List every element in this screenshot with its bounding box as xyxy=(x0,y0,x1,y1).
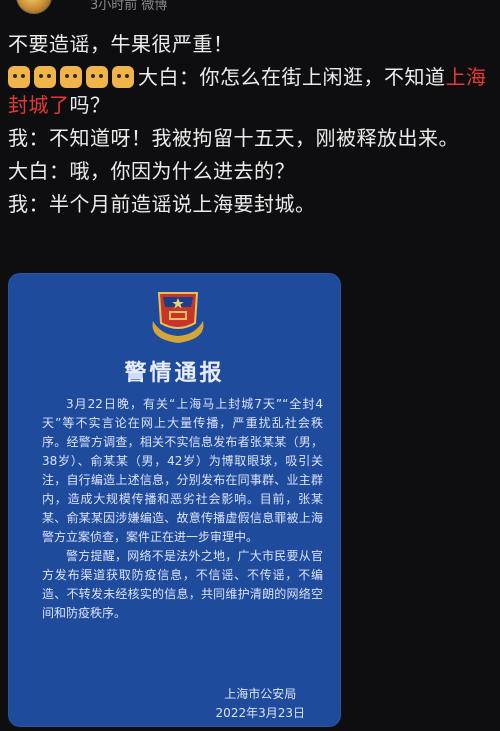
notice-signature: 上海市公安局 2022年3月23日 xyxy=(216,685,305,723)
dog-emoji-icon xyxy=(86,66,108,88)
notice-date: 2022年3月23日 xyxy=(215,706,305,720)
post-header: 3小时前 微博 xyxy=(0,0,500,14)
post-timestamp: 3小时前 微博 xyxy=(90,0,168,13)
avatar[interactable] xyxy=(16,0,52,14)
police-notice-image[interactable]: 警情通报 3月22日晚，有关“上海马上封城7天”“全封4天”等不实言论在网上大量… xyxy=(8,273,341,727)
notice-paragraph: 警方提醒，网络不是法外之地，广大市民要从官方发布渠道获取防疫信息，不信谣、不传谣… xyxy=(42,549,323,620)
post-line-1: 不要造谣，牛果很严重！ xyxy=(8,32,234,56)
post-line-4: 大白：哦，你因为什么进去的？ xyxy=(8,159,295,183)
notice-title: 警情通报 xyxy=(124,361,225,386)
dog-emoji-icon xyxy=(60,66,82,88)
dog-emoji-icon xyxy=(112,66,134,88)
dog-emoji-icon xyxy=(34,66,56,88)
police-emblem-icon xyxy=(152,292,204,343)
post-line-2-text: 大白：你怎么在街上闲逛，不知道 xyxy=(138,65,446,89)
post-line-3: 我：不知道呀！我被拘留十五天，刚被释放出来。 xyxy=(8,126,459,150)
notice-body: 3月22日晚，有关“上海马上封城7天”“全封4天”等不实言论在网上大量传播，严重… xyxy=(42,395,323,623)
post-line-2-end: 吗？ xyxy=(69,93,111,117)
notice-paragraph: 3月22日晚，有关“上海马上封城7天”“全封4天”等不实言论在网上大量传播，严重… xyxy=(42,397,323,544)
post-content: 不要造谣，牛果很严重！ 大白：你怎么在街上闲逛，不知道上海封城了吗？ 我：不知道… xyxy=(8,30,494,218)
dog-emoji-icon xyxy=(8,66,30,88)
post-line-5: 我：半个月前造谣说上海要封城。 xyxy=(8,192,316,216)
post-line-2: 大白：你怎么在街上闲逛，不知道上海封城了吗？ xyxy=(8,63,494,119)
notice-issuer: 上海市公安局 xyxy=(224,687,297,701)
